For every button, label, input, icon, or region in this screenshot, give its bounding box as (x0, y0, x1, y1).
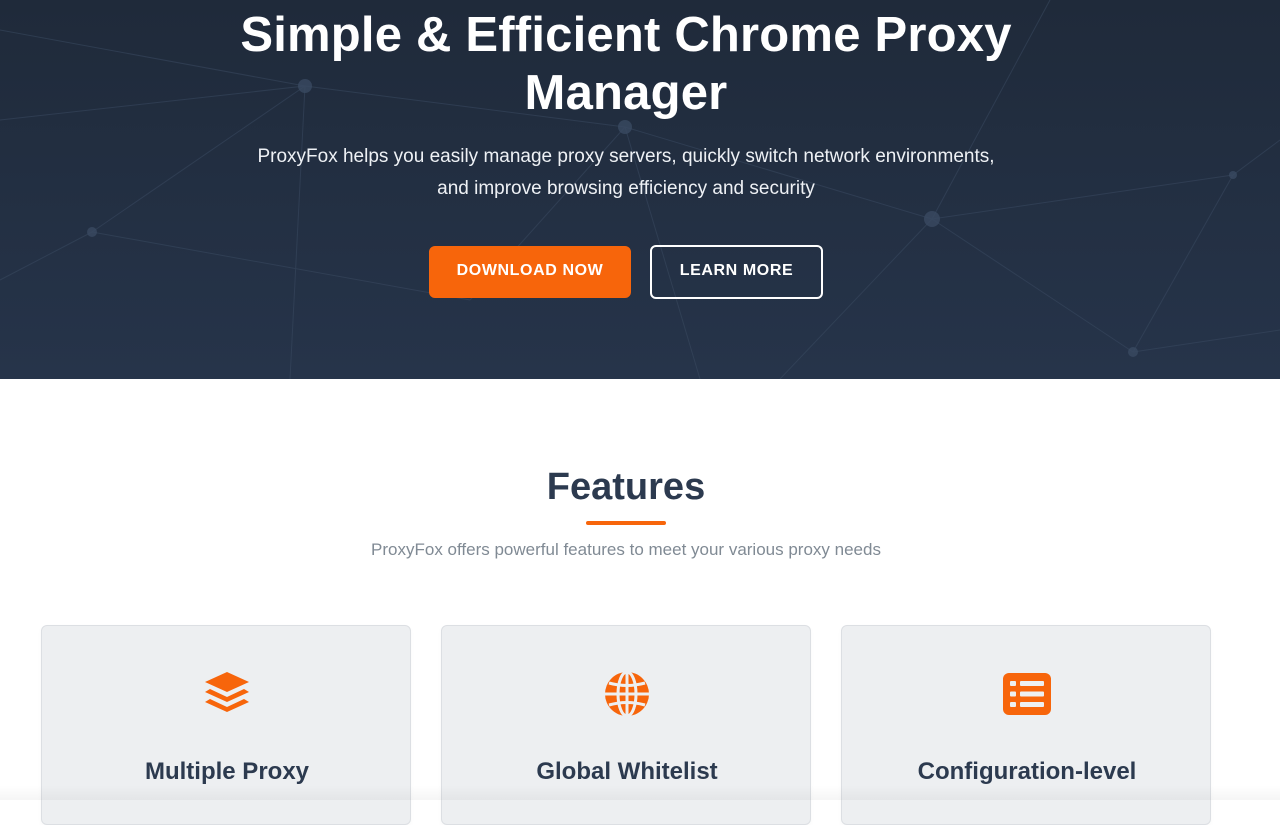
feature-card-title: Multiple Proxy (144, 758, 310, 785)
globe-icon (601, 668, 653, 720)
hero-title-line-1: Simple & Efficient Chrome Proxy (240, 8, 1012, 62)
layers-icon (201, 668, 253, 720)
feature-card-global-whitelist: Global Whitelist (441, 625, 811, 825)
hero-section: Simple & Efficient Chrome Proxy Manager … (0, 0, 1280, 379)
features-title-underline (586, 521, 666, 525)
list-icon (1001, 668, 1053, 720)
features-subtitle: ProxyFox offers powerful features to mee… (371, 540, 881, 559)
features-title: Features (546, 466, 706, 508)
download-now-button[interactable]: DOWNLOAD NOW (429, 246, 631, 298)
hero-title-line-2: Manager (524, 66, 728, 120)
hero-subtitle: ProxyFox helps you easily manage proxy s… (0, 141, 1252, 205)
learn-more-button[interactable]: LEARN MORE (650, 245, 823, 299)
hero-subtitle-line-1: ProxyFox helps you easily manage proxy s… (257, 146, 995, 167)
feature-card-title: Global Whitelist (536, 758, 718, 785)
feature-card-title: Configuration-level (917, 758, 1137, 785)
hero-title: Simple & Efficient Chrome Proxy Manager (0, 6, 1252, 122)
feature-card-multiple-proxy: Multiple Proxy (41, 625, 411, 825)
hero-subtitle-line-2: and improve browsing efficiency and secu… (437, 178, 815, 199)
feature-card-configuration-level: Configuration-level (841, 625, 1211, 825)
